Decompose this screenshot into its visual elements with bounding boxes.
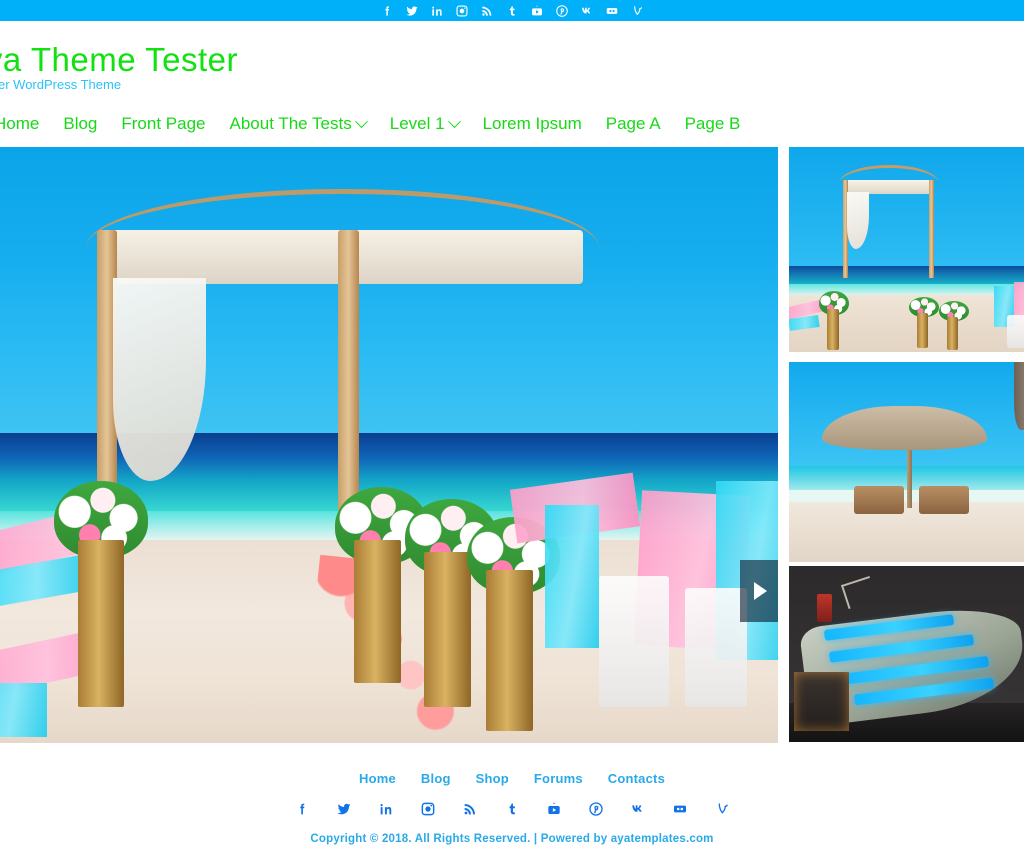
top-social-bar [0, 0, 1024, 21]
pillar-1 [77, 540, 125, 708]
nav-label: Front Page [121, 114, 206, 133]
hero-slider[interactable] [0, 147, 778, 743]
ship-funnel [816, 594, 832, 623]
rss-icon[interactable] [462, 800, 479, 817]
ceremony-chair-2 [684, 588, 747, 708]
slide-beach-wedding-arch [0, 147, 778, 743]
site-tagline: Just another WordPress Theme [0, 77, 122, 92]
copyright-text: Copyright © 2018. All Rights Reserved. |… [310, 833, 714, 845]
pillar-4 [486, 570, 533, 732]
slider-next-button[interactable] [740, 560, 778, 622]
site-footer: Home Blog Shop Forums Contacts Copyright… [0, 743, 1024, 856]
footer-link-home[interactable]: Home [359, 771, 396, 786]
pinterest-icon[interactable] [588, 800, 605, 817]
sky-band [789, 147, 1024, 266]
footer-navigation: Home Blog Shop Forums Contacts [0, 743, 1024, 786]
vine-icon[interactable] [714, 800, 731, 817]
nav-label: Page A [605, 114, 661, 133]
footer-link-forums[interactable]: Forums [534, 771, 583, 786]
twitter-icon[interactable] [336, 800, 353, 817]
linkedin-icon[interactable] [430, 3, 445, 18]
chair-sash-cyan-1 [544, 504, 600, 648]
nav-label: Home [0, 114, 40, 133]
nav-label: About The Tests [229, 114, 352, 133]
thumb-cruise-ship[interactable] [789, 566, 1024, 742]
site-title[interactable]: Aya Theme Tester [0, 41, 238, 79]
play-arrow-icon [754, 582, 767, 600]
palm-trunk [1014, 362, 1024, 430]
pillar-b [916, 313, 928, 348]
nav-label: Page B [684, 114, 741, 133]
instagram-icon[interactable] [455, 3, 470, 18]
youtube-icon[interactable] [530, 3, 545, 18]
sea-band [789, 265, 1024, 285]
tumblr-icon[interactable] [505, 3, 520, 18]
youtube-icon[interactable] [546, 800, 563, 817]
footer-link-shop[interactable]: Shop [476, 771, 509, 786]
nav-item-home[interactable]: Home [0, 113, 51, 135]
vine-icon[interactable] [630, 3, 645, 18]
pillar-c [946, 317, 958, 350]
nav-item-blog[interactable]: Blog [51, 113, 109, 135]
lounge-chair-left [854, 486, 904, 514]
pillar-2 [353, 540, 401, 684]
nav-label: Blog [63, 114, 98, 133]
vk-icon[interactable] [580, 3, 595, 18]
nav-item-lorem-ipsum[interactable]: Lorem Ipsum [471, 113, 594, 135]
chevron-down-icon [354, 114, 368, 128]
thumb-beach-wedding[interactable] [789, 147, 1024, 352]
instagram-icon[interactable] [420, 800, 437, 817]
footer-social-list [0, 800, 1024, 817]
facebook-icon[interactable] [294, 800, 311, 817]
pinterest-icon[interactable] [555, 3, 570, 18]
slider-thumbnail-list [789, 147, 1024, 742]
ceremony-chair-1 [599, 576, 670, 708]
arch-post-right [929, 179, 934, 279]
tumblr-icon[interactable] [504, 800, 521, 817]
nav-list: Home Blog Front Page About The Tests Lev… [0, 113, 752, 135]
petal-path [302, 554, 507, 741]
nav-item-front-page[interactable]: Front Page [109, 113, 217, 135]
pillar-3 [424, 552, 471, 708]
nav-item-about-the-tests[interactable]: About The Tests [218, 113, 378, 135]
vk-icon[interactable] [630, 800, 647, 817]
rss-icon[interactable] [480, 3, 495, 18]
chevron-down-icon [447, 114, 461, 128]
sand-band [789, 502, 1024, 562]
lounge-chair-right [919, 486, 969, 514]
pillar-a [826, 308, 839, 350]
nav-item-level-1[interactable]: Level 1 [378, 113, 471, 135]
thumb-beach-umbrella[interactable] [789, 362, 1024, 562]
ceremony-chair [1006, 315, 1024, 348]
aisle-sash-cyan-2 [0, 683, 47, 738]
facebook-icon[interactable] [380, 3, 395, 18]
twitter-icon[interactable] [405, 3, 420, 18]
nav-label: Lorem Ipsum [482, 114, 582, 133]
flickr-icon[interactable] [605, 3, 620, 18]
footer-link-blog[interactable]: Blog [421, 771, 451, 786]
site-header: Aya Theme Tester Just another WordPress … [0, 21, 1024, 103]
footer-link-contacts[interactable]: Contacts [608, 771, 665, 786]
nav-item-page-a[interactable]: Page A [594, 113, 673, 135]
nav-label: Level 1 [389, 114, 445, 133]
nav-item-page-b[interactable]: Page B [673, 113, 753, 135]
linkedin-icon[interactable] [378, 800, 395, 817]
flickr-icon[interactable] [672, 800, 689, 817]
dock-lights [794, 671, 849, 732]
page-root: Aya Theme Tester Just another WordPress … [0, 0, 1024, 856]
main-navigation: Home Blog Front Page About The Tests Lev… [0, 103, 1024, 145]
